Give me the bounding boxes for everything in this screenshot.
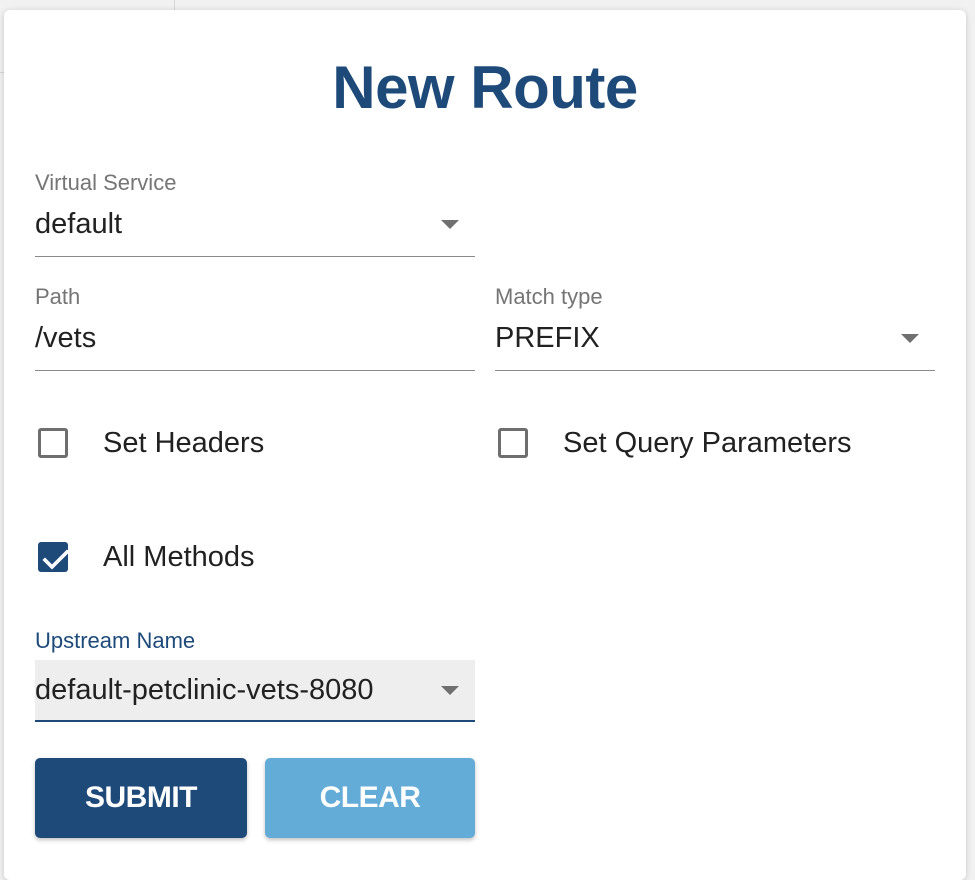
match-type-label: Match type <box>495 284 603 309</box>
set-query-parameters-checkbox-row[interactable]: Set Query Parameters <box>495 425 915 465</box>
set-query-parameters-checkbox[interactable] <box>498 428 528 458</box>
upstream-name-value: default-petclinic-vets-8080 <box>35 674 374 706</box>
field-underline <box>35 256 475 257</box>
submit-button[interactable]: SUBMIT <box>35 758 247 838</box>
all-methods-checkbox-row[interactable]: All Methods <box>35 539 335 579</box>
field-underline-focused <box>35 720 475 722</box>
path-label: Path <box>35 284 81 309</box>
upstream-name-label: Upstream Name <box>35 628 196 653</box>
virtual-service-value: default <box>35 208 123 240</box>
background-divider <box>174 0 175 10</box>
field-underline <box>35 370 475 371</box>
path-input[interactable]: /vets <box>35 320 96 356</box>
caret-down-icon[interactable] <box>901 334 919 343</box>
checkmark-icon <box>42 549 70 570</box>
set-headers-checkbox[interactable] <box>38 428 68 458</box>
caret-down-icon[interactable] <box>441 686 459 695</box>
caret-down-icon[interactable] <box>441 220 459 229</box>
match-type-value: PREFIX <box>495 322 600 354</box>
set-headers-checkbox-row[interactable]: Set Headers <box>35 425 335 465</box>
all-methods-checkbox[interactable] <box>38 542 70 572</box>
virtual-service-label: Virtual Service <box>35 170 177 195</box>
set-headers-label: Set Headers <box>103 427 265 459</box>
field-underline <box>495 370 935 371</box>
dialog-title: New Route <box>332 54 638 121</box>
all-methods-label: All Methods <box>103 541 255 573</box>
set-query-parameters-label: Set Query Parameters <box>563 427 852 459</box>
new-route-dialog: New Route Virtual Service default Path /… <box>4 10 966 880</box>
clear-button[interactable]: CLEAR <box>265 758 475 838</box>
